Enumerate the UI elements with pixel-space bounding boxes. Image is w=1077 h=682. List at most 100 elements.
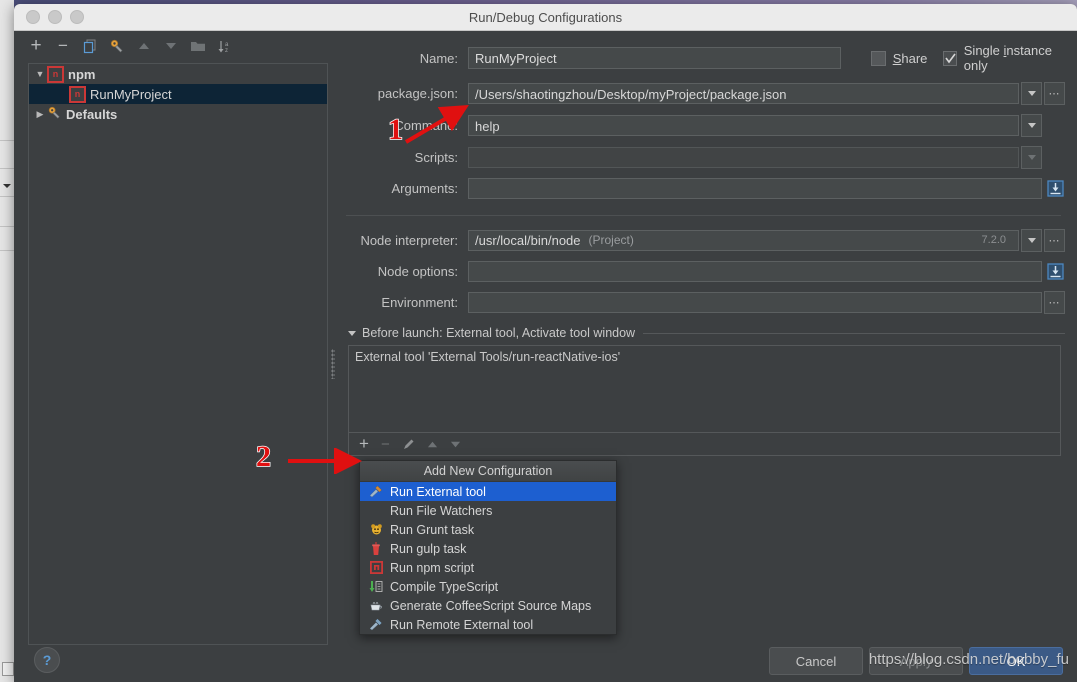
single-instance-checkbox[interactable] — [943, 50, 957, 66]
arguments-input[interactable] — [468, 178, 1042, 199]
share-label: Share — [892, 50, 928, 66]
add-task-icon[interactable]: + — [359, 434, 369, 454]
add-icon[interactable]: + — [24, 34, 48, 58]
coffeescript-icon — [368, 599, 384, 613]
node-interpreter-label: Node interpreter: — [360, 233, 458, 248]
expand-collapse-icon[interactable]: ▶ — [33, 109, 47, 120]
menu-item-label: Run npm script — [390, 560, 475, 575]
tree-item-runmyproject[interactable]: RunMyProject — [29, 84, 327, 104]
configurations-tree[interactable]: ▼ npm RunMyProject ▶ — [28, 63, 328, 645]
expand-collapse-icon[interactable]: ▼ — [33, 69, 47, 79]
scripts-label: Scripts: — [414, 150, 458, 165]
name-input[interactable]: RunMyProject — [468, 47, 841, 69]
package-json-browse-button[interactable]: ⋯ — [1044, 82, 1065, 105]
ok-button[interactable]: OK — [969, 647, 1063, 675]
command-dropdown-icon[interactable] — [1021, 114, 1042, 137]
menu-item-generate-coffeescript-source-maps[interactable]: Generate CoffeeScript Source Maps — [360, 596, 616, 615]
menu-item-run-file-watchers[interactable]: Run File Watchers — [360, 501, 616, 520]
tree-item-label: npm — [68, 66, 96, 82]
npm-icon — [69, 85, 86, 103]
move-task-down-icon[interactable] — [450, 439, 461, 450]
menu-item-label: Compile TypeScript — [390, 579, 499, 594]
node-interpreter-path: /usr/local/bin/node — [475, 233, 581, 248]
gulp-icon — [368, 541, 384, 556]
node-options-row: Node options: — [342, 261, 1065, 282]
before-launch-title: Before launch: External tool, Activate t… — [362, 326, 636, 340]
node-options-expand-button[interactable] — [1045, 262, 1065, 281]
command-row: Command: help — [342, 114, 1065, 137]
grunt-icon — [368, 523, 384, 537]
before-launch-task-item[interactable]: External tool 'External Tools/run-reactN… — [355, 350, 1054, 364]
menu-item-label: Generate CoffeeScript Source Maps — [390, 598, 592, 613]
menu-item-label: Run External tool — [390, 484, 486, 499]
node-interpreter-scope: (Project) — [588, 233, 634, 247]
share-checkbox[interactable] — [870, 50, 886, 66]
menu-item-label: Run Remote External tool — [390, 617, 534, 632]
command-input[interactable]: help — [468, 115, 1019, 136]
package-json-label: package.json: — [377, 86, 458, 101]
typescript-icon — [368, 580, 384, 594]
remove-task-icon[interactable]: − — [381, 436, 390, 453]
help-button[interactable]: ? — [34, 647, 60, 673]
arguments-label: Arguments: — [391, 181, 458, 196]
move-task-up-icon[interactable] — [427, 439, 438, 450]
apply-button[interactable]: Apply — [869, 647, 963, 675]
folder-icon[interactable] — [186, 34, 210, 58]
node-options-label: Node options: — [377, 264, 458, 279]
tree-item-label: Defaults — [66, 106, 118, 122]
tree-item-npm[interactable]: ▼ npm — [29, 64, 327, 84]
edit-task-pencil-icon[interactable] — [402, 438, 415, 451]
package-json-dropdown-icon[interactable] — [1021, 82, 1042, 105]
before-launch-task-list[interactable]: External tool 'External Tools/run-reactN… — [348, 345, 1061, 433]
package-json-row: package.json: /Users/shaotingzhou/Deskto… — [342, 82, 1065, 105]
scripts-dropdown-icon[interactable] — [1021, 146, 1042, 169]
package-json-input[interactable]: /Users/shaotingzhou/Desktop/myProject/pa… — [468, 83, 1019, 104]
npm-icon — [47, 65, 64, 83]
external-tool-icon — [368, 485, 384, 499]
window-titlebar: Run/Debug Configurations — [14, 4, 1077, 31]
name-row: Name: RunMyProject Share Single instance… — [342, 31, 1065, 73]
environment-row: Environment: ⋯ — [342, 291, 1065, 314]
run-debug-configurations-window: Run/Debug Configurations + − a z ▼ n npm… — [14, 4, 1077, 682]
name-label: Name: — [419, 50, 458, 66]
menu-header: Add New Configuration — [360, 461, 616, 482]
environment-browse-button[interactable]: ⋯ — [1044, 291, 1065, 314]
remote-external-tool-icon — [368, 618, 384, 632]
add-new-configuration-menu[interactable]: Add New Configuration Run External tool … — [359, 460, 617, 635]
menu-item-run-npm-script[interactable]: Run npm script — [360, 558, 616, 577]
copy-icon[interactable] — [78, 34, 102, 58]
cancel-button[interactable]: Cancel — [769, 647, 863, 675]
configurations-toolbar: + − a z — [14, 31, 334, 61]
splitter-handle[interactable] — [331, 349, 335, 379]
before-launch-header[interactable]: Before launch: External tool, Activate t… — [342, 326, 1065, 340]
move-up-icon[interactable] — [132, 34, 156, 58]
tree-item-label: RunMyProject — [90, 86, 172, 102]
menu-item-run-grunt-task[interactable]: Run Grunt task — [360, 520, 616, 539]
file-watchers-icon — [368, 504, 384, 518]
menu-item-label: Run Grunt task — [390, 522, 475, 537]
node-interpreter-dropdown-icon[interactable] — [1021, 229, 1042, 252]
single-instance-label: Single instance only — [963, 43, 1052, 73]
node-interpreter-browse-button[interactable]: ⋯ — [1044, 229, 1065, 252]
remove-icon[interactable]: − — [51, 34, 75, 58]
edit-templates-wrench-icon[interactable] — [105, 34, 129, 58]
menu-item-run-gulp-task[interactable]: Run gulp task — [360, 539, 616, 558]
svg-text:z: z — [225, 48, 228, 54]
sort-alpha-icon[interactable]: a z — [213, 34, 237, 58]
node-options-input[interactable] — [468, 261, 1042, 282]
wrench-icon — [47, 106, 62, 123]
tree-item-defaults[interactable]: ▶ Defaults — [29, 104, 327, 124]
command-label: Command: — [394, 118, 458, 133]
menu-item-compile-typescript[interactable]: Compile TypeScript — [360, 577, 616, 596]
npm-icon — [368, 561, 384, 575]
collapse-icon[interactable] — [348, 330, 356, 336]
scripts-input[interactable] — [468, 147, 1019, 168]
menu-item-run-remote-external-tool[interactable]: Run Remote External tool — [360, 615, 616, 634]
arguments-expand-button[interactable] — [1045, 179, 1065, 198]
scripts-row: Scripts: — [342, 146, 1065, 169]
move-down-icon[interactable] — [159, 34, 183, 58]
environment-input[interactable] — [468, 292, 1042, 313]
configurations-left-panel: + − a z ▼ n npm n RunMyProject ▶ Default… — [14, 31, 334, 682]
menu-item-run-external-tool[interactable]: Run External tool — [360, 482, 616, 501]
node-interpreter-input[interactable]: /usr/local/bin/node (Project) 7.2.0 — [468, 230, 1019, 251]
